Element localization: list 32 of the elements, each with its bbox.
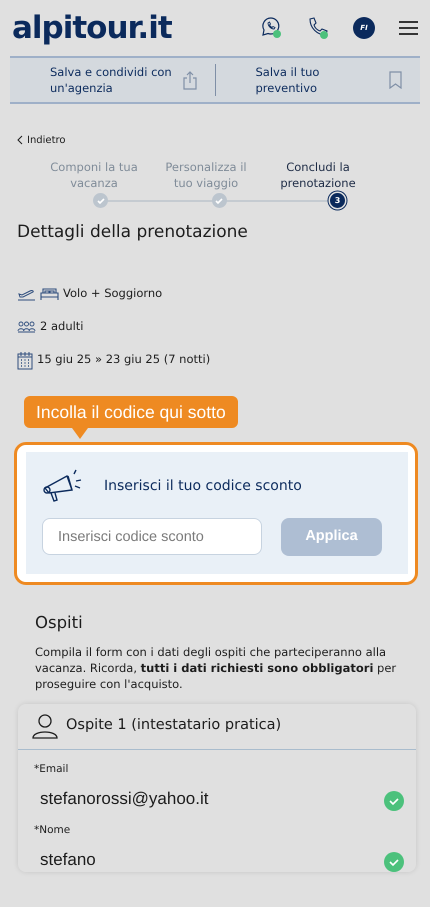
bed-icon [40,287,59,302]
section-title: Ospiti [35,612,84,634]
menu-icon[interactable] [399,20,418,36]
bookmark-icon [389,71,402,89]
detail-text: Volo + Soggiorno [63,285,162,302]
plane-icon [17,287,36,302]
whatsapp-icon[interactable] [261,16,283,40]
detail-text: 2 adulti [40,318,84,336]
discount-code-field[interactable]: Inserisci codice sconto [42,518,262,556]
step-label: Concludi la prenotazione [279,160,357,192]
phone-icon[interactable] [307,16,329,40]
share-icon [182,70,196,90]
guest-card-title: Ospite 1 (intestatario pratica) [66,716,282,735]
field-value[interactable]: stefano [40,846,96,872]
field-label: *Email [34,762,70,777]
back-link[interactable]: Indietro [17,132,66,148]
guests-description: Compila il form con i dati degli ospiti che parteciperanno alla vacanza. Ricorda, tutti i dati richiesti sono obbligatori per proseguire con l'acquisto. [35,644,398,692]
person-icon [32,712,58,739]
step-label: Componi la tua vacanza [49,160,139,192]
discount-title: Inserisci il tuo codice sconto [104,476,302,496]
field-label: *Nome [34,823,72,838]
people-icon [17,321,36,334]
step-label: Personalizza il tuo viaggio [164,160,248,192]
bookmark-button[interactable]: Salva il tuo preventivo [214,64,420,96]
step-number: 3 [330,193,345,208]
chevron-left-icon [17,135,23,145]
detail-text: 15 giu 25 » 23 giu 25 (7 notti) [37,351,210,368]
share-button[interactable]: Salva e condividi con un'agenzia [10,64,214,96]
logo[interactable]: alpitour.it [12,12,172,44]
section-title: Dettagli della prenotazione [17,221,249,244]
calendar-icon [17,350,33,370]
field-value[interactable]: stefanorossi@yahoo.it [40,786,208,812]
